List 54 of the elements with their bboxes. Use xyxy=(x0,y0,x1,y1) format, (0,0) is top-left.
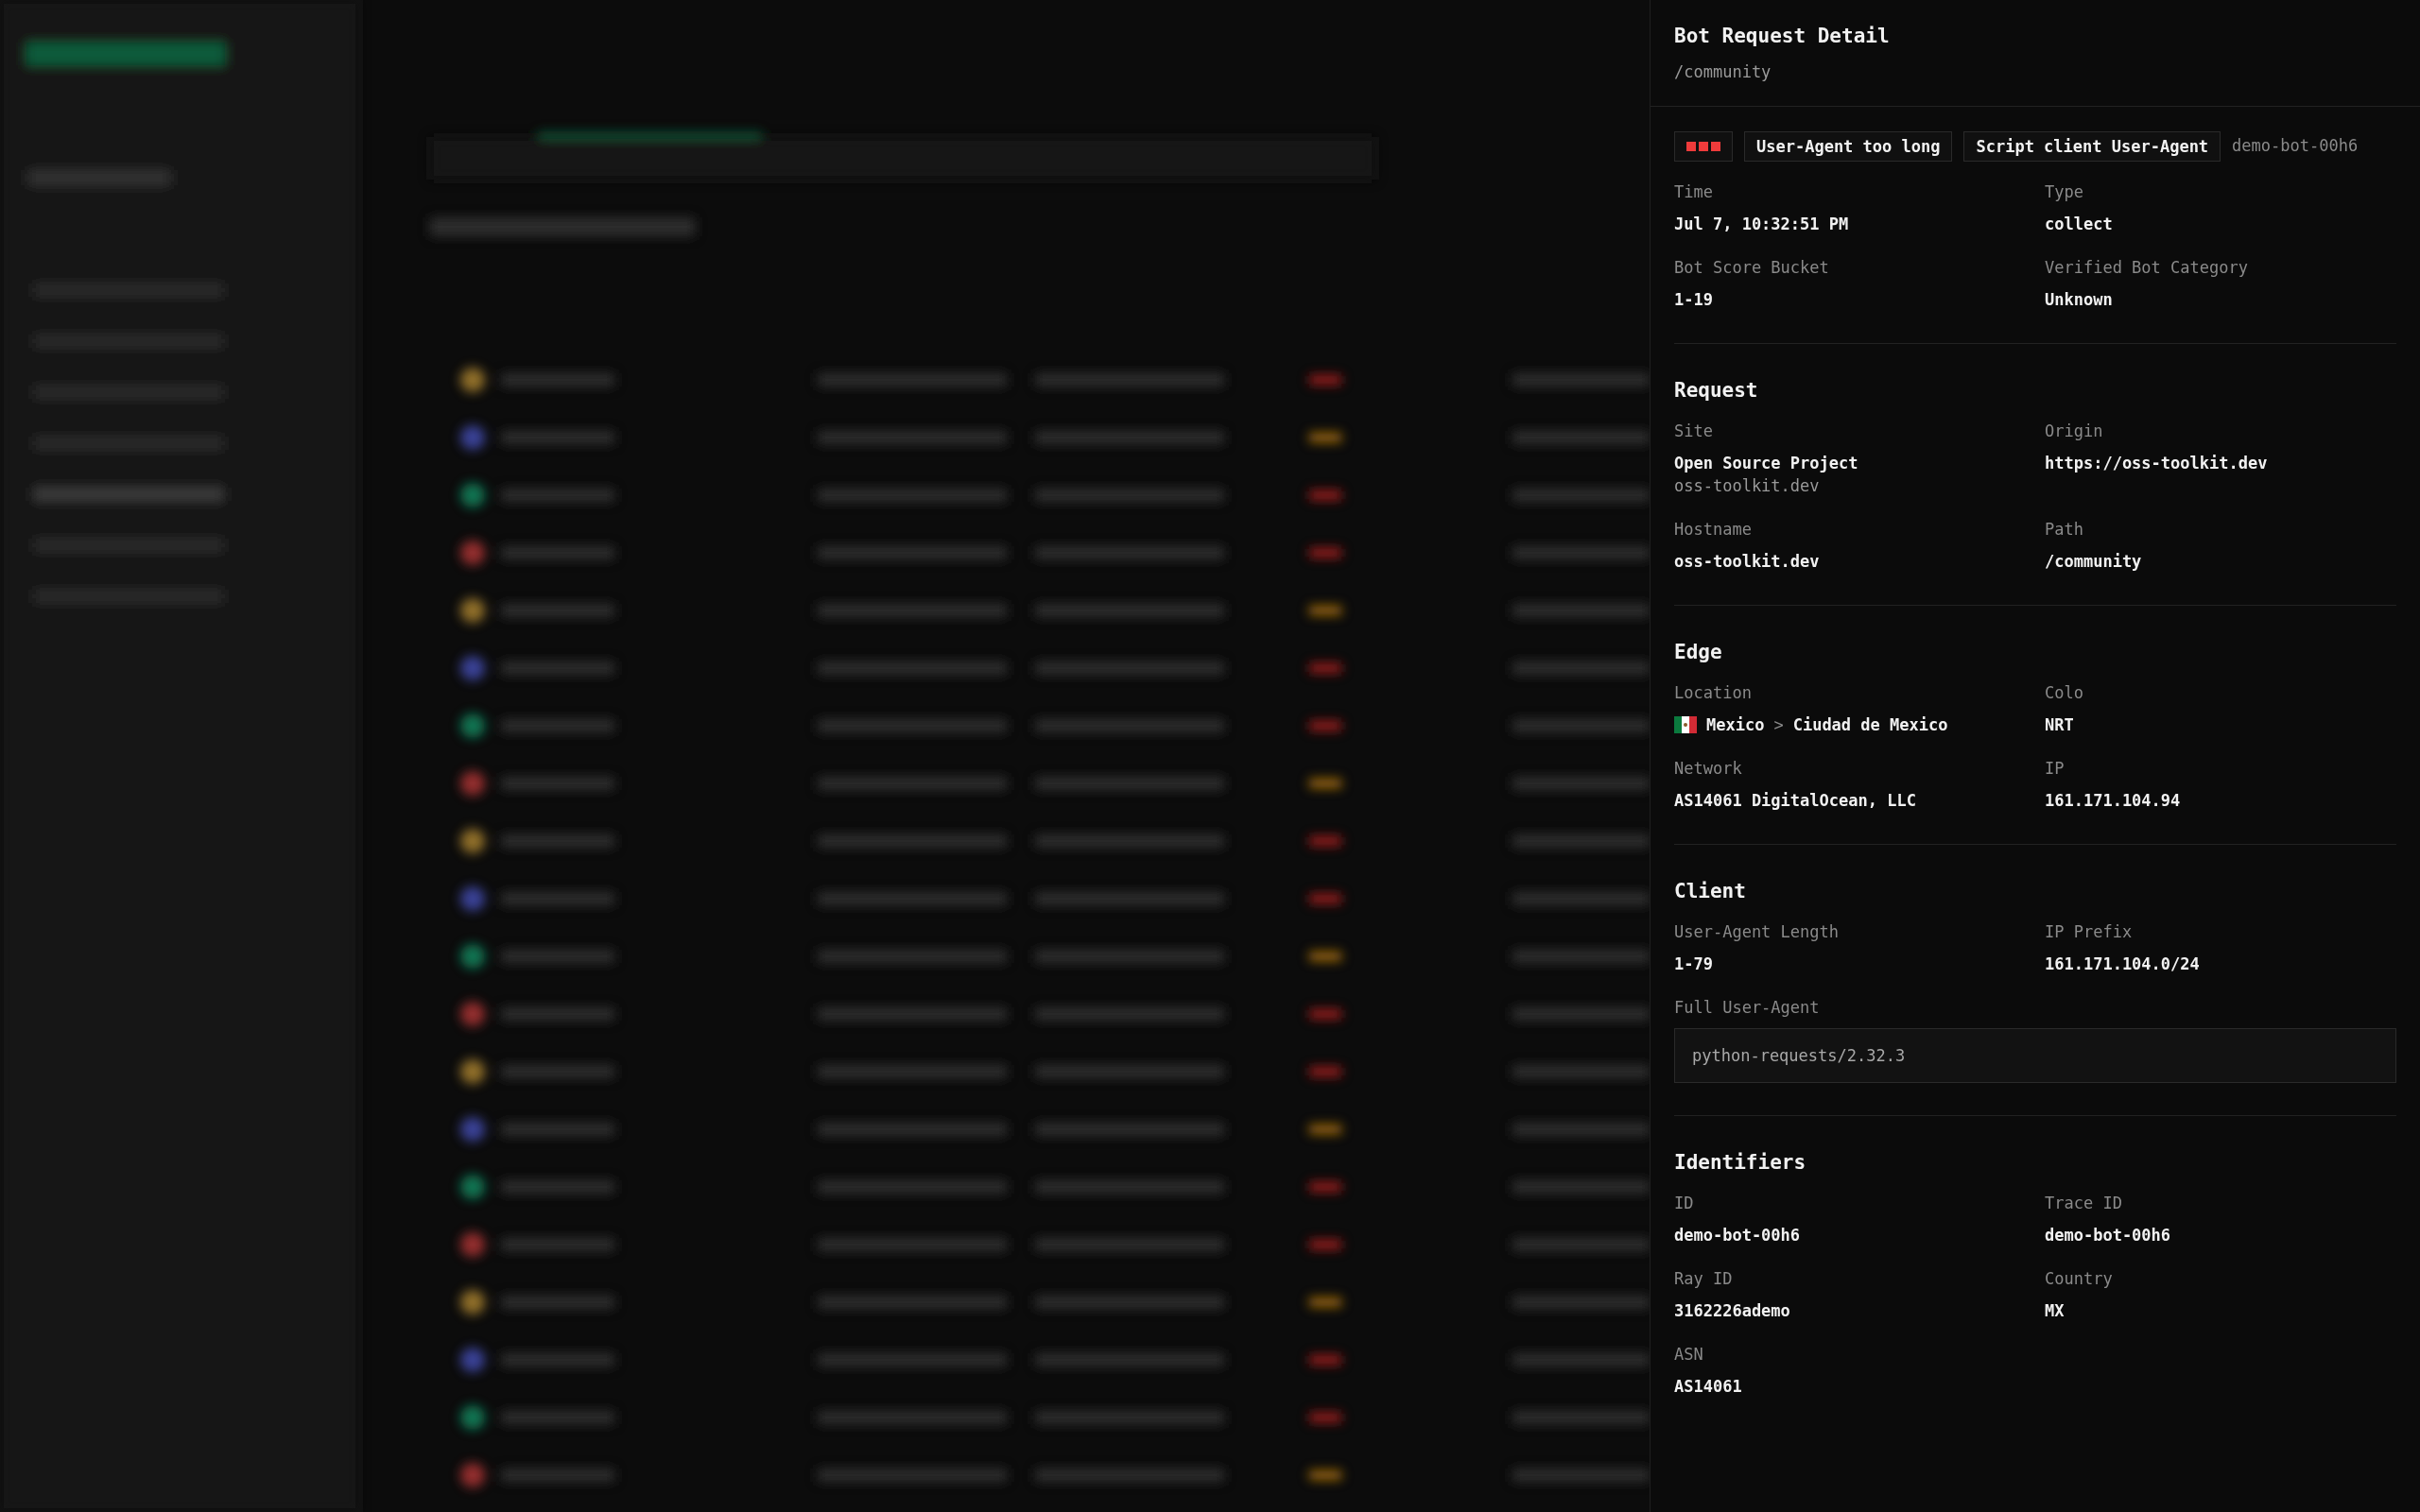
field-value: /community xyxy=(2045,551,2143,573)
field-label: Full User-Agent xyxy=(1674,997,1821,1019)
field-label: IP Prefix xyxy=(2045,921,2134,943)
field-value: AS14061 DigitalOcean, LLC xyxy=(1674,790,1917,812)
field-label: ASN xyxy=(1674,1344,1704,1366)
section-heading: Request xyxy=(1674,378,1759,404)
field-value: Unknown xyxy=(2045,289,2114,311)
field-value: 161.171.104.94 xyxy=(2045,790,2182,812)
field-value: Open Source Project xyxy=(1674,453,1859,474)
field-label: Site xyxy=(1674,421,1714,442)
field-value: 3162226ademo xyxy=(1674,1300,1791,1322)
panel-title: Bot Request Detail xyxy=(1674,24,1891,49)
field-value: 1-79 xyxy=(1674,954,1714,975)
field-value: https://oss-toolkit.dev xyxy=(2045,453,2269,474)
reason-tag: User-Agent too long xyxy=(1744,131,1953,162)
panel-subtitle: /community xyxy=(1674,61,1772,83)
city-name: Ciudad de Mexico xyxy=(1792,714,1948,736)
field-label: Country xyxy=(2045,1268,2114,1290)
field-value: oss-toolkit.dev xyxy=(1674,551,1821,573)
reason-tag: Script client User-Agent xyxy=(1963,131,2221,162)
field-label: Location xyxy=(1674,682,1753,704)
field-value: NRT xyxy=(2045,714,2075,736)
field-label: Network xyxy=(1674,758,1743,780)
field-label: ID xyxy=(1674,1193,1695,1214)
field-label: User-Agent Length xyxy=(1674,921,1840,943)
field-label: Trace ID xyxy=(2045,1193,2123,1214)
mexico-flag-icon xyxy=(1674,716,1697,733)
field-label: Hostname xyxy=(1674,519,1753,541)
field-label: Type xyxy=(2045,181,2084,203)
section-heading: Edge xyxy=(1674,640,1723,665)
field-value: demo-bot-00h6 xyxy=(2045,1225,2172,1246)
field-value: MX xyxy=(2045,1300,2066,1322)
field-secondary-value: oss-toolkit.dev xyxy=(1674,475,1821,497)
field-label: Path xyxy=(2045,519,2084,541)
section-heading: Identifiers xyxy=(1674,1150,1807,1176)
field-value: 1-19 xyxy=(1674,289,1714,311)
breadcrumb-separator: > xyxy=(1773,714,1784,736)
field-label: Ray ID xyxy=(1674,1268,1734,1290)
field-label: Origin xyxy=(2045,421,2104,442)
field-label: Time xyxy=(1674,181,1714,203)
field-value: collect xyxy=(2045,214,2114,235)
request-id: demo-bot-00h6 xyxy=(2232,135,2359,158)
field-value: 161.171.104.0/24 xyxy=(2045,954,2201,975)
field-value: demo-bot-00h6 xyxy=(1674,1225,1802,1246)
user-agent-code-block: python-requests/2.32.3 xyxy=(1674,1028,2396,1083)
field-label: IP xyxy=(2045,758,2066,780)
country-name: Mexico xyxy=(1706,714,1765,736)
field-label: Verified Bot Category xyxy=(2045,257,2249,279)
section-heading: Client xyxy=(1674,879,1747,904)
field-value: Jul 7, 10:32:51 PM xyxy=(1674,214,1850,235)
confidence-icon xyxy=(1674,131,1733,162)
field-label: Bot Score Bucket xyxy=(1674,257,1830,279)
field-value: AS14061 xyxy=(1674,1376,1743,1398)
field-label: Colo xyxy=(2045,682,2084,704)
